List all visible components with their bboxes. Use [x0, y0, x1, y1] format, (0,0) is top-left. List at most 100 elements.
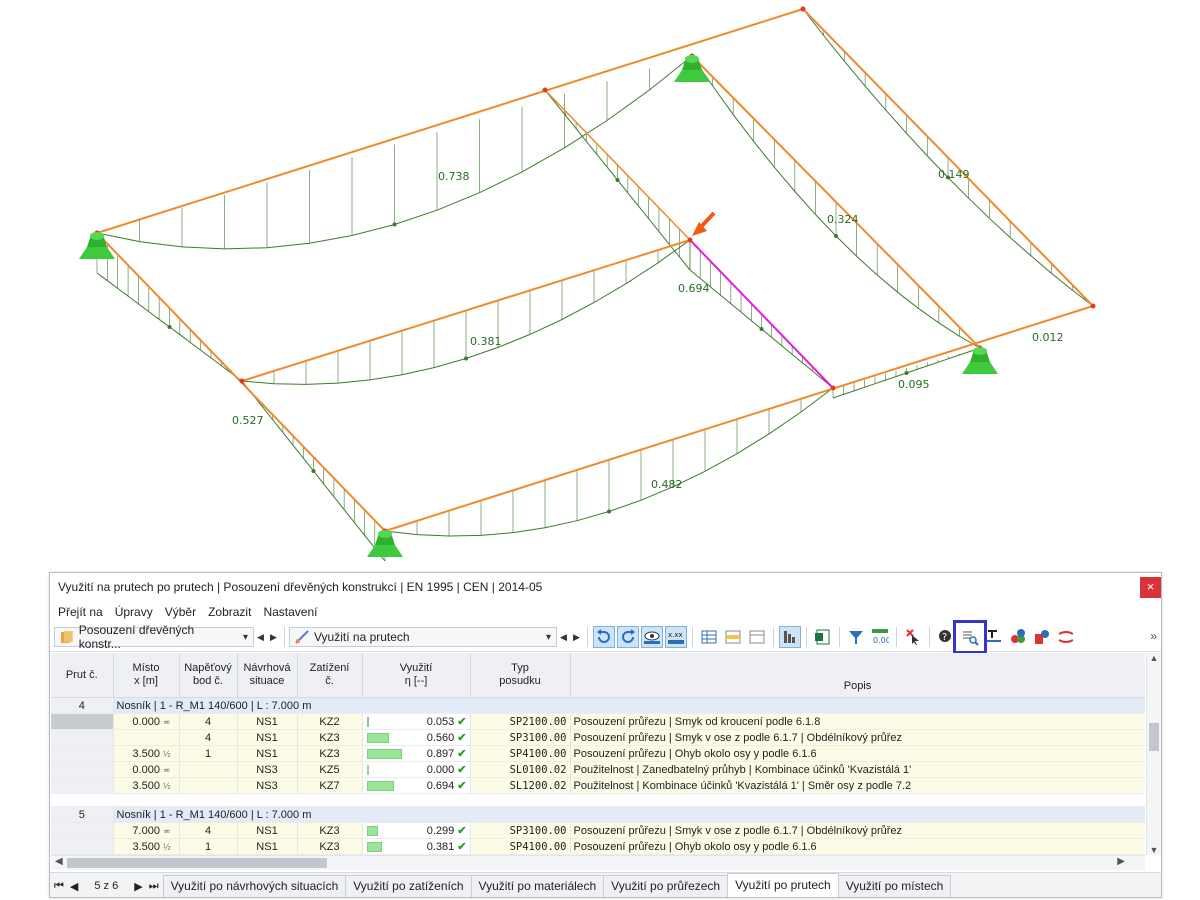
member-group-row[interactable]: 4 Nosník | 1 - R_M1 140/600 | L : 7.000 m [51, 697, 1145, 714]
stress-point-cell: 4 [179, 822, 238, 839]
help-icon[interactable]: ? [935, 626, 957, 648]
header-label: Návrhová situace [243, 662, 291, 687]
horizontal-scrollbar[interactable]: ◀ ▶ [51, 855, 1145, 870]
info-badge-icon[interactable] [1007, 626, 1029, 648]
scroll-right-icon[interactable]: ▶ [1117, 856, 1125, 867]
book-icon [60, 631, 73, 643]
chevron-down-icon: ▾ [242, 631, 248, 643]
description-cell: Posouzení průřezu | Ohyb okolo osy y pod… [570, 745, 1145, 762]
number-format-icon[interactable]: 0.00 [869, 626, 891, 648]
table-row[interactable]: 0.000 ≖ 4 NS1 KZ2 0.053 ✔ SP2100.00 Posouzení pr… [51, 713, 1145, 730]
menu-item[interactable]: Nastavení [263, 605, 317, 619]
member-number: 4 [51, 697, 114, 714]
col-header-prut[interactable]: Prut č. [51, 653, 114, 698]
scroll-up-icon[interactable]: ▲ [1147, 653, 1161, 663]
utilization-bar [366, 717, 369, 727]
diagram-point [759, 327, 764, 331]
decimals-icon[interactable]: x.xx [665, 626, 687, 648]
check-type-cell: SP3100.00 [470, 822, 571, 839]
utilization-bar [366, 781, 395, 791]
col-header-zatizeni[interactable]: Zatížení č. [297, 653, 363, 698]
menu-item[interactable]: Přejít na [58, 605, 103, 619]
scroll-left-icon[interactable]: ◀ [55, 856, 63, 867]
col-header-typ[interactable]: Typ posudku [470, 653, 571, 698]
design-situation-cell: NS3 [237, 777, 298, 794]
table-row[interactable]: 3.500 ½ 1 NS1 KZ3 0.897 ✔ SP4100.00 Posouzení pr… [51, 745, 1145, 762]
diagram-point [167, 325, 172, 329]
member-info-icon[interactable] [1031, 626, 1053, 648]
table-row[interactable]: 3.500 ½ NS3 KZ7 0.694 ✔ SL1200.02 Použitelnost … [51, 777, 1145, 794]
check-ok-icon: ✔ [457, 780, 467, 792]
col-header-misto[interactable]: Místo x [m] [113, 653, 180, 698]
close-button[interactable]: × [1140, 577, 1161, 598]
previous-icon[interactable]: ◀ [557, 632, 570, 643]
more-tools-icon[interactable]: » [1150, 629, 1157, 643]
table-row[interactable]: 3.500 ½ 1 NS1 KZ3 0.381 ✔ SP4100.00 Posouzení pr… [51, 838, 1145, 855]
scroll-thumb[interactable] [67, 858, 327, 868]
stress-point-cell [179, 761, 238, 778]
tab-sections[interactable]: Využití po průřezech [603, 875, 729, 897]
menu-item[interactable]: Zobrazit [208, 605, 251, 619]
member-cell [51, 745, 114, 762]
table-row[interactable]: 0.000 ≖ NS3 KZ5 0.000 ✔ SL0100.02 Použitelnost … [51, 761, 1145, 778]
tab-loadings[interactable]: Využití po zatíženích [345, 875, 472, 897]
table-plain-icon[interactable] [746, 626, 768, 648]
refresh-left-icon[interactable] [593, 626, 615, 648]
col-header-vyuziti[interactable]: Využití η [--] [362, 653, 471, 698]
header-label: Využití η [--] [399, 662, 433, 687]
previous-icon[interactable]: ◀ [254, 632, 267, 643]
member-cell [51, 777, 114, 794]
table-icon[interactable] [698, 626, 720, 648]
result-value: 0.012 [1032, 331, 1064, 344]
diagram-icon[interactable] [1055, 626, 1077, 648]
previous-page-icon[interactable]: ◀ [70, 880, 78, 893]
node-point [830, 385, 836, 391]
module-select[interactable]: Posouzení dřevěných konstr... ▾ [54, 623, 254, 651]
loading-cell: KZ2 [297, 713, 363, 730]
col-header-popis[interactable]: Popis [570, 653, 1145, 698]
toolbar-separator [284, 627, 285, 647]
scroll-thumb[interactable] [1149, 723, 1159, 751]
tab-materials[interactable]: Využití po materiálech [470, 875, 605, 897]
tab-members[interactable]: Využití po prutech [727, 873, 839, 897]
deselect-icon[interactable] [902, 626, 924, 648]
diagram-point [311, 469, 316, 473]
vertical-scrollbar[interactable]: ▲ ▼ [1146, 653, 1161, 855]
utilization-value: 0.560 [426, 732, 455, 744]
next-icon[interactable]: ▶ [267, 632, 280, 643]
member-cell [51, 729, 114, 746]
support-top [90, 232, 104, 240]
utilization-cell: 0.381 ✔ [362, 838, 471, 855]
header-label: Napěťový bod č. [184, 662, 232, 687]
menu-item[interactable]: Výběr [165, 605, 196, 619]
table-row[interactable]: 7.000 ≖ 4 NS1 KZ3 0.299 ✔ SP3100.00 Posouzení pr… [51, 822, 1145, 839]
menu-item[interactable]: Úpravy [115, 605, 153, 619]
diagram-point [464, 356, 468, 361]
first-page-icon[interactable]: ⏮ [54, 880, 64, 893]
results-panel: Využití na prutech po prutech | Posouzen… [49, 572, 1162, 898]
filter-icon[interactable] [845, 626, 867, 648]
tab-design-situations[interactable]: Využití po návrhových situacích [162, 875, 347, 897]
last-page-icon[interactable]: ⏭ [149, 880, 159, 893]
tab-locations[interactable]: Využití po místech [837, 875, 952, 897]
location-cell [113, 729, 180, 746]
text-format-icon[interactable] [983, 626, 1005, 648]
column-chart-icon[interactable] [779, 626, 801, 648]
view-eye-icon[interactable] [641, 626, 663, 648]
stress-point-cell: 1 [179, 838, 238, 855]
scroll-down-icon[interactable]: ▼ [1147, 845, 1161, 855]
col-header-bod[interactable]: Napěťový bod č. [179, 653, 238, 698]
col-header-situace[interactable]: Návrhová situace [237, 653, 298, 698]
refresh-right-icon[interactable] [617, 626, 639, 648]
table-highlight-icon[interactable] [722, 626, 744, 648]
support-base [962, 362, 998, 374]
structure-3d-view[interactable]: 0.738 0.149 0.324 0.694 0.381 0.012 0.09… [0, 0, 1200, 570]
detail-search-icon[interactable] [953, 620, 987, 654]
result-type-select[interactable]: Využití na prutech ▾ [289, 627, 557, 647]
next-icon[interactable]: ▶ [570, 632, 583, 643]
result-value: 0.482 [651, 478, 683, 491]
table-row[interactable]: 4 NS1 KZ3 0.560 ✔ SP3100.00 Posouzení průřezu … [51, 729, 1145, 746]
next-page-icon[interactable]: ▶ [134, 880, 142, 893]
excel-export-icon[interactable] [812, 626, 834, 648]
member-group-row[interactable]: 5 Nosník | 1 - R_M1 140/600 | L : 7.000 m [51, 806, 1145, 823]
